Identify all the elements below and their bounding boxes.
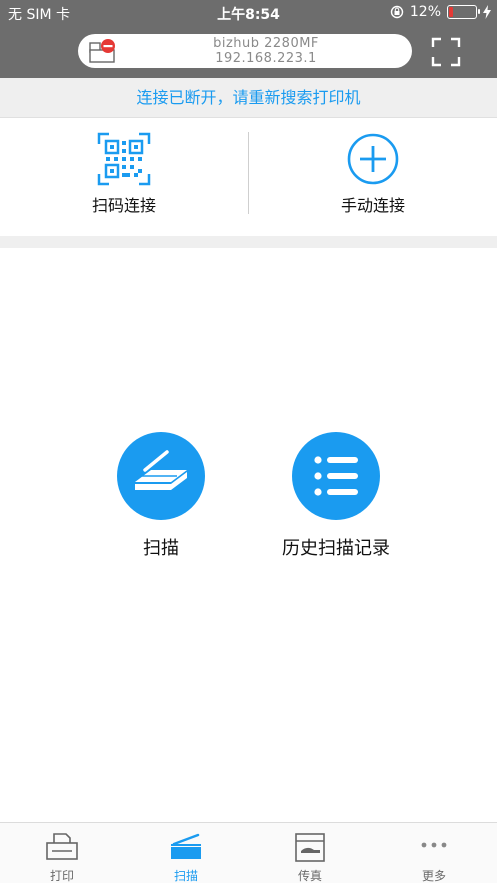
scanner-icon <box>135 450 187 490</box>
battery-icon <box>447 5 480 19</box>
scan-button[interactable]: 扫描 <box>81 432 241 560</box>
disconnect-banner[interactable]: 连接已断开，请重新搜索打印机 <box>0 78 497 118</box>
charging-bolt-icon <box>483 5 491 19</box>
tab-more-label: 更多 <box>421 869 446 883</box>
printer-selector[interactable]: bizhub 2280MF 192.168.223.1 <box>78 34 412 68</box>
qr-connect-label: 扫码连接 <box>91 196 156 215</box>
scanner-icon <box>171 833 201 859</box>
battery-percent: 12% <box>409 4 441 20</box>
scan-label: 扫描 <box>143 538 179 559</box>
tab-scan[interactable]: 扫描 <box>124 823 248 883</box>
tab-print[interactable]: 打印 <box>0 823 124 883</box>
list-icon <box>314 456 358 496</box>
header: bizhub 2280MF 192.168.223.1 <box>0 26 497 78</box>
tab-bar: 打印 扫描 传真 更多 <box>0 822 497 883</box>
fax-icon <box>295 833 325 862</box>
print-icon <box>46 833 78 860</box>
tab-fax-label: 传真 <box>297 869 322 883</box>
status-bar: 无 SIM 卡 上午8:54 12% <box>0 0 497 26</box>
qr-code-icon <box>97 132 151 186</box>
connect-options: 扫码连接 手动连接 <box>0 118 497 236</box>
orientation-lock-icon <box>390 5 404 19</box>
manual-connect-label: 手动连接 <box>340 196 405 215</box>
tab-fax[interactable]: 传真 <box>248 823 372 883</box>
manual-connect-button[interactable]: 手动连接 <box>249 118 497 236</box>
qr-connect-button[interactable]: 扫码连接 <box>0 118 248 236</box>
scan-circle <box>117 432 205 520</box>
scan-history-button[interactable]: 历史扫描记录 <box>256 432 416 560</box>
tab-more[interactable]: 更多 <box>372 823 496 883</box>
history-circle <box>292 432 380 520</box>
tab-scan-label: 扫描 <box>173 869 198 883</box>
scan-history-label: 历史扫描记录 <box>282 538 390 559</box>
scan-qr-corner-icon[interactable] <box>430 36 462 68</box>
printer-ip: 192.168.223.1 <box>215 51 317 66</box>
section-gap <box>0 236 497 248</box>
printer-disconnected-icon <box>89 39 115 63</box>
tab-print-label: 打印 <box>49 869 74 883</box>
more-icon <box>421 842 447 848</box>
status-right: 12% <box>390 4 491 20</box>
printer-name: bizhub 2280MF <box>213 36 319 51</box>
plus-circle-icon <box>347 133 399 185</box>
